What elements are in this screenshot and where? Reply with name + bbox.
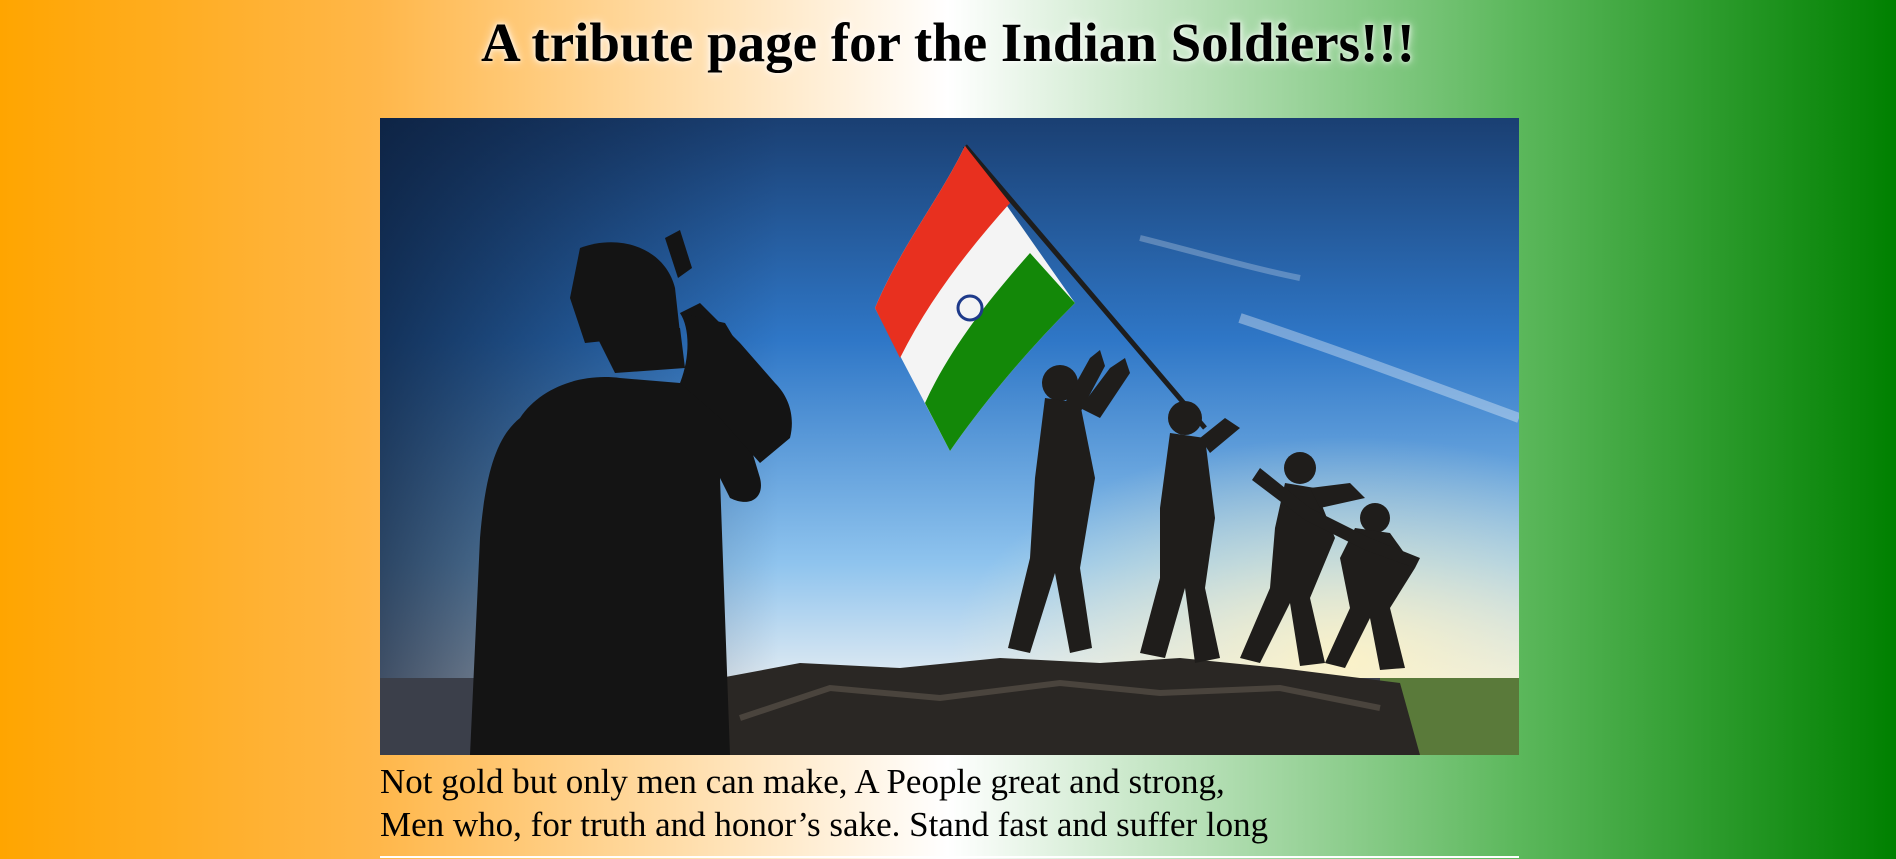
divider <box>380 856 1519 858</box>
poem-line: Not gold but only men can make, A People… <box>380 762 1225 801</box>
tribute-image <box>380 118 1519 755</box>
poem-line: Men who, for truth and honor’s sake. Sta… <box>380 805 1269 844</box>
page-title: A tribute page for the Indian Soldiers!!… <box>480 12 1415 73</box>
poem: Not gold but only men can make, A People… <box>380 760 1519 846</box>
